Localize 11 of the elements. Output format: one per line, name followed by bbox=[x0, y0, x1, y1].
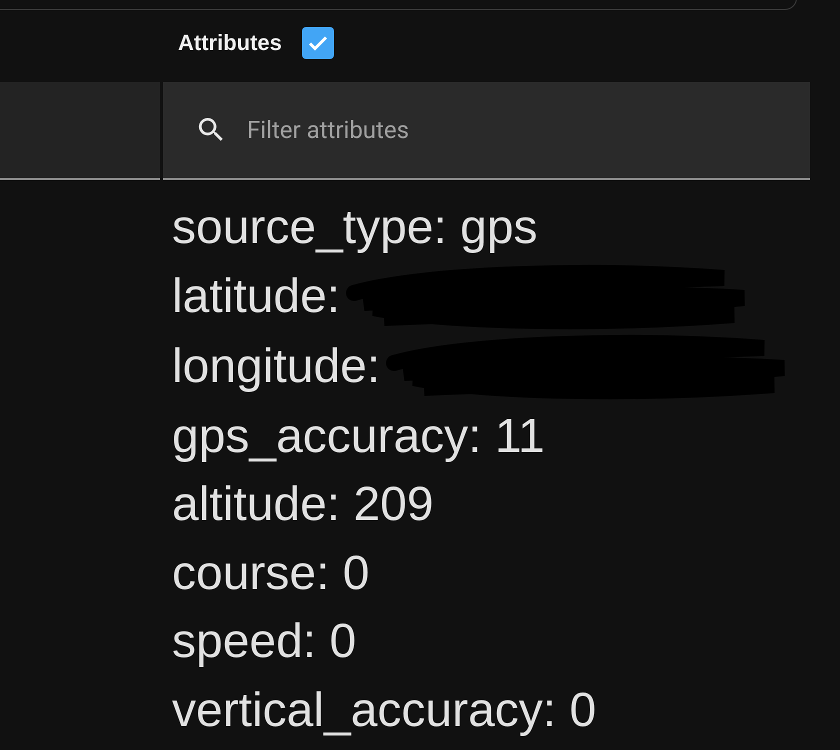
attribute-line: longitude: bbox=[172, 340, 380, 392]
attribute-line: gps_accuracy: 11 bbox=[172, 410, 545, 462]
attribute-line: course: 0 bbox=[172, 546, 370, 600]
attribute-line: source_type: gps bbox=[172, 201, 538, 254]
attribute-line: speed: 0 bbox=[172, 615, 356, 668]
attribute-line: vertical_accuracy: 0 bbox=[172, 684, 596, 736]
attribute-line: altitude: 209 bbox=[172, 478, 434, 531]
attributes-label: Attributes bbox=[178, 30, 282, 56]
filter-field[interactable]: Filter attributes bbox=[245, 115, 749, 145]
attributes-checkbox[interactable] bbox=[302, 27, 334, 59]
attribute-line: latitude: bbox=[172, 270, 340, 322]
